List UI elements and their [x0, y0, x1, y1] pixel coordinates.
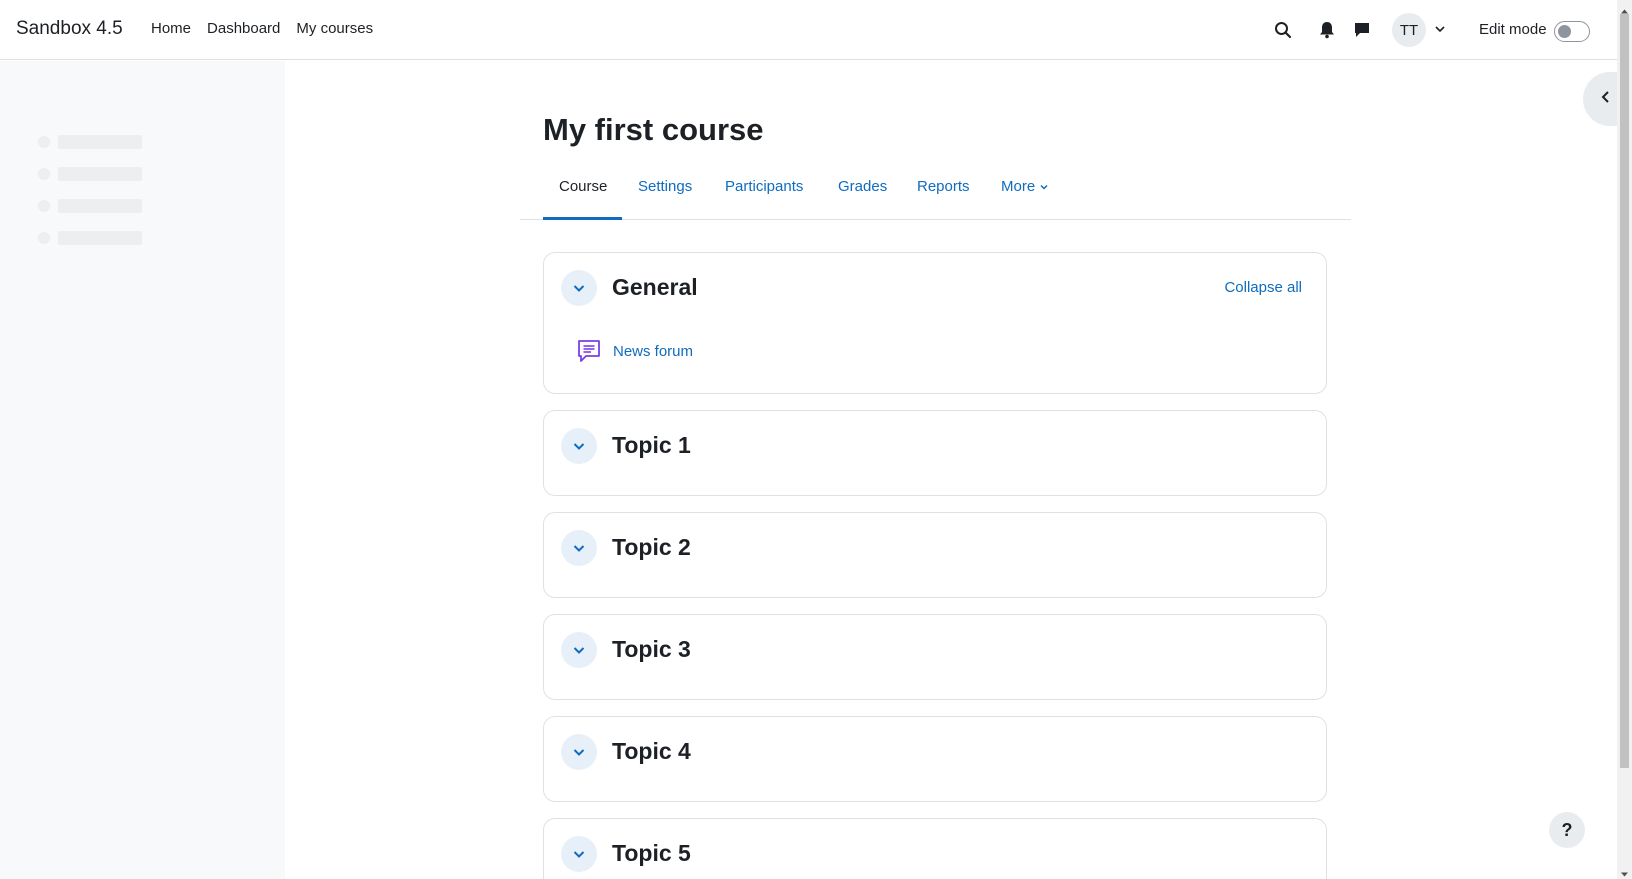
tab-more[interactable]: More: [1001, 178, 1049, 196]
chevron-down-icon: [573, 749, 585, 756]
active-tab-indicator: [543, 217, 622, 220]
secondary-navigation: Course Settings Participants Grades Repo…: [520, 168, 1351, 220]
primary-navigation: Home Dashboard My courses: [151, 20, 389, 37]
bell-icon[interactable]: [1315, 18, 1339, 42]
section-collapse-toggle[interactable]: [561, 530, 597, 566]
nav-my-courses-link[interactable]: My courses: [296, 20, 373, 37]
section-collapse-toggle[interactable]: [561, 734, 597, 770]
toggle-knob: [1558, 25, 1571, 38]
news-forum-link[interactable]: News forum: [613, 343, 693, 360]
section-collapse-toggle[interactable]: [561, 428, 597, 464]
course-section-topic-4: Topic 4: [543, 716, 1327, 802]
nav-dashboard-link[interactable]: Dashboard: [207, 20, 280, 37]
tab-grades[interactable]: Grades: [838, 178, 887, 195]
search-icon[interactable]: [1271, 18, 1295, 42]
forum-icon: [575, 337, 603, 365]
edit-mode-label: Edit mode: [1479, 21, 1547, 38]
section-title[interactable]: Topic 3: [612, 636, 691, 663]
scroll-down-icon[interactable]: [1620, 866, 1629, 877]
section-title[interactable]: Topic 1: [612, 432, 691, 459]
chevron-down-icon: [573, 285, 585, 292]
chevron-down-icon: [573, 851, 585, 858]
section-title[interactable]: General: [612, 274, 698, 301]
help-button[interactable]: ?: [1549, 812, 1585, 848]
section-title[interactable]: Topic 4: [612, 738, 691, 765]
course-section-topic-5: Topic 5: [543, 818, 1327, 879]
chevron-down-icon: [573, 647, 585, 654]
section-collapse-toggle[interactable]: [561, 632, 597, 668]
chevron-down-icon: [1039, 179, 1049, 196]
chat-icon[interactable]: [1350, 18, 1374, 42]
user-avatar[interactable]: TT: [1392, 13, 1426, 47]
course-section-topic-1: Topic 1: [543, 410, 1327, 496]
site-brand[interactable]: Sandbox 4.5: [16, 18, 123, 40]
chevron-down-icon: [573, 545, 585, 552]
edit-mode-toggle[interactable]: [1554, 21, 1590, 42]
section-title[interactable]: Topic 5: [612, 840, 691, 867]
tab-participants[interactable]: Participants: [725, 178, 803, 195]
top-navbar: Sandbox 4.5 Home Dashboard My courses TT…: [0, 0, 1617, 60]
tab-course[interactable]: Course: [559, 178, 607, 195]
section-collapse-toggle[interactable]: [561, 270, 597, 306]
section-title[interactable]: Topic 2: [612, 534, 691, 561]
activity-item: News forum: [575, 337, 693, 365]
page-title: My first course: [543, 112, 764, 147]
course-index-drawer: [0, 61, 285, 879]
course-section-general: General Collapse all News forum: [543, 252, 1327, 394]
chevron-down-icon[interactable]: [1433, 22, 1447, 36]
tab-more-label: More: [1001, 178, 1036, 195]
chevron-left-icon: [1599, 90, 1613, 109]
course-section-topic-2: Topic 2: [543, 512, 1327, 598]
scroll-up-icon[interactable]: [1620, 3, 1629, 14]
collapse-all-link[interactable]: Collapse all: [1224, 279, 1302, 296]
page-scrollbar[interactable]: [1617, 0, 1632, 879]
tab-settings[interactable]: Settings: [638, 178, 692, 195]
nav-home-link[interactable]: Home: [151, 20, 191, 37]
course-section-topic-3: Topic 3: [543, 614, 1327, 700]
chevron-down-icon: [573, 443, 585, 450]
scrollbar-thumb[interactable]: [1620, 14, 1629, 768]
section-collapse-toggle[interactable]: [561, 836, 597, 872]
tab-reports[interactable]: Reports: [917, 178, 970, 195]
